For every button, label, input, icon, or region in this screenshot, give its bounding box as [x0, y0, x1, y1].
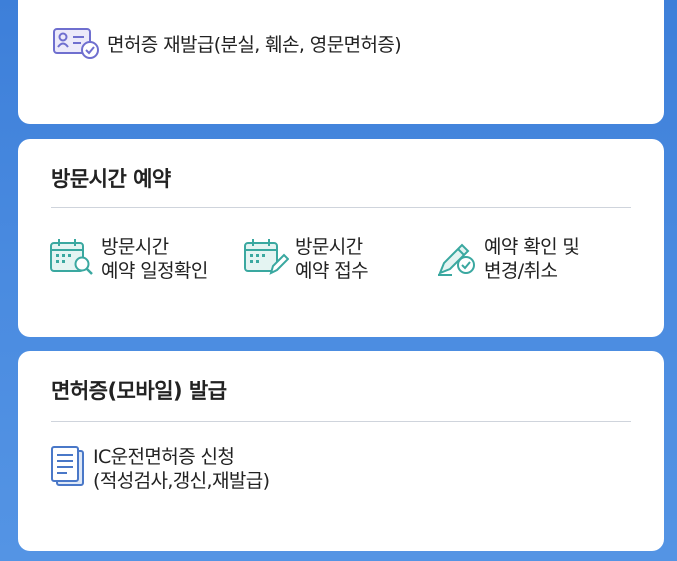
ic-license-line1: IC운전면허증 신청: [93, 446, 235, 468]
visit-apply-line1: 방문시간: [295, 236, 363, 258]
calendar-edit-icon: [243, 237, 290, 281]
visit-reservation-title: 방문시간 예약: [51, 167, 171, 191]
visit-reservation-apply-button[interactable]: 방문시간 예약 접수: [243, 235, 369, 283]
visit-reservation-card: 방문시간 예약 방문시간 예약 일정확인 방문시간 예약 접수 예약 확인 및 …: [18, 139, 664, 337]
visit-schedule-line2: 예약 일정확인: [101, 260, 208, 282]
visit-apply-line2: 예약 접수: [295, 260, 369, 282]
mobile-license-title: 면허증(모바일) 발급: [51, 379, 227, 403]
visit-schedule-check-button[interactable]: 방문시간 예약 일정확인: [49, 235, 208, 283]
ic-license-line2: (적성검사,갱신,재발급): [93, 470, 270, 492]
ic-license-apply-button[interactable]: IC운전면허증 신청 (적성검사,갱신,재발급): [49, 445, 270, 493]
mobile-license-card: 면허증(모바일) 발급 IC운전면허증 신청 (적성검사,갱신,재발급): [18, 351, 664, 551]
pen-check-icon: [436, 237, 478, 281]
license-reissue-link[interactable]: 면허증 재발급(분실, 훼손, 영문면허증): [51, 26, 402, 64]
license-reissue-card: 면허증 재발급(분실, 훼손, 영문면허증): [18, 0, 664, 124]
document-icon: [49, 445, 87, 493]
reservation-confirm-change-button[interactable]: 예약 확인 및 변경/취소: [436, 235, 580, 283]
calendar-search-icon: [49, 237, 95, 281]
divider: [51, 421, 631, 422]
confirm-change-line1: 예약 확인 및: [484, 236, 580, 258]
visit-schedule-line1: 방문시간: [101, 236, 169, 258]
id-card-check-icon: [51, 26, 101, 64]
confirm-change-line2: 변경/취소: [484, 260, 558, 282]
divider: [51, 207, 631, 208]
license-reissue-label: 면허증 재발급(분실, 훼손, 영문면허증): [107, 34, 402, 56]
